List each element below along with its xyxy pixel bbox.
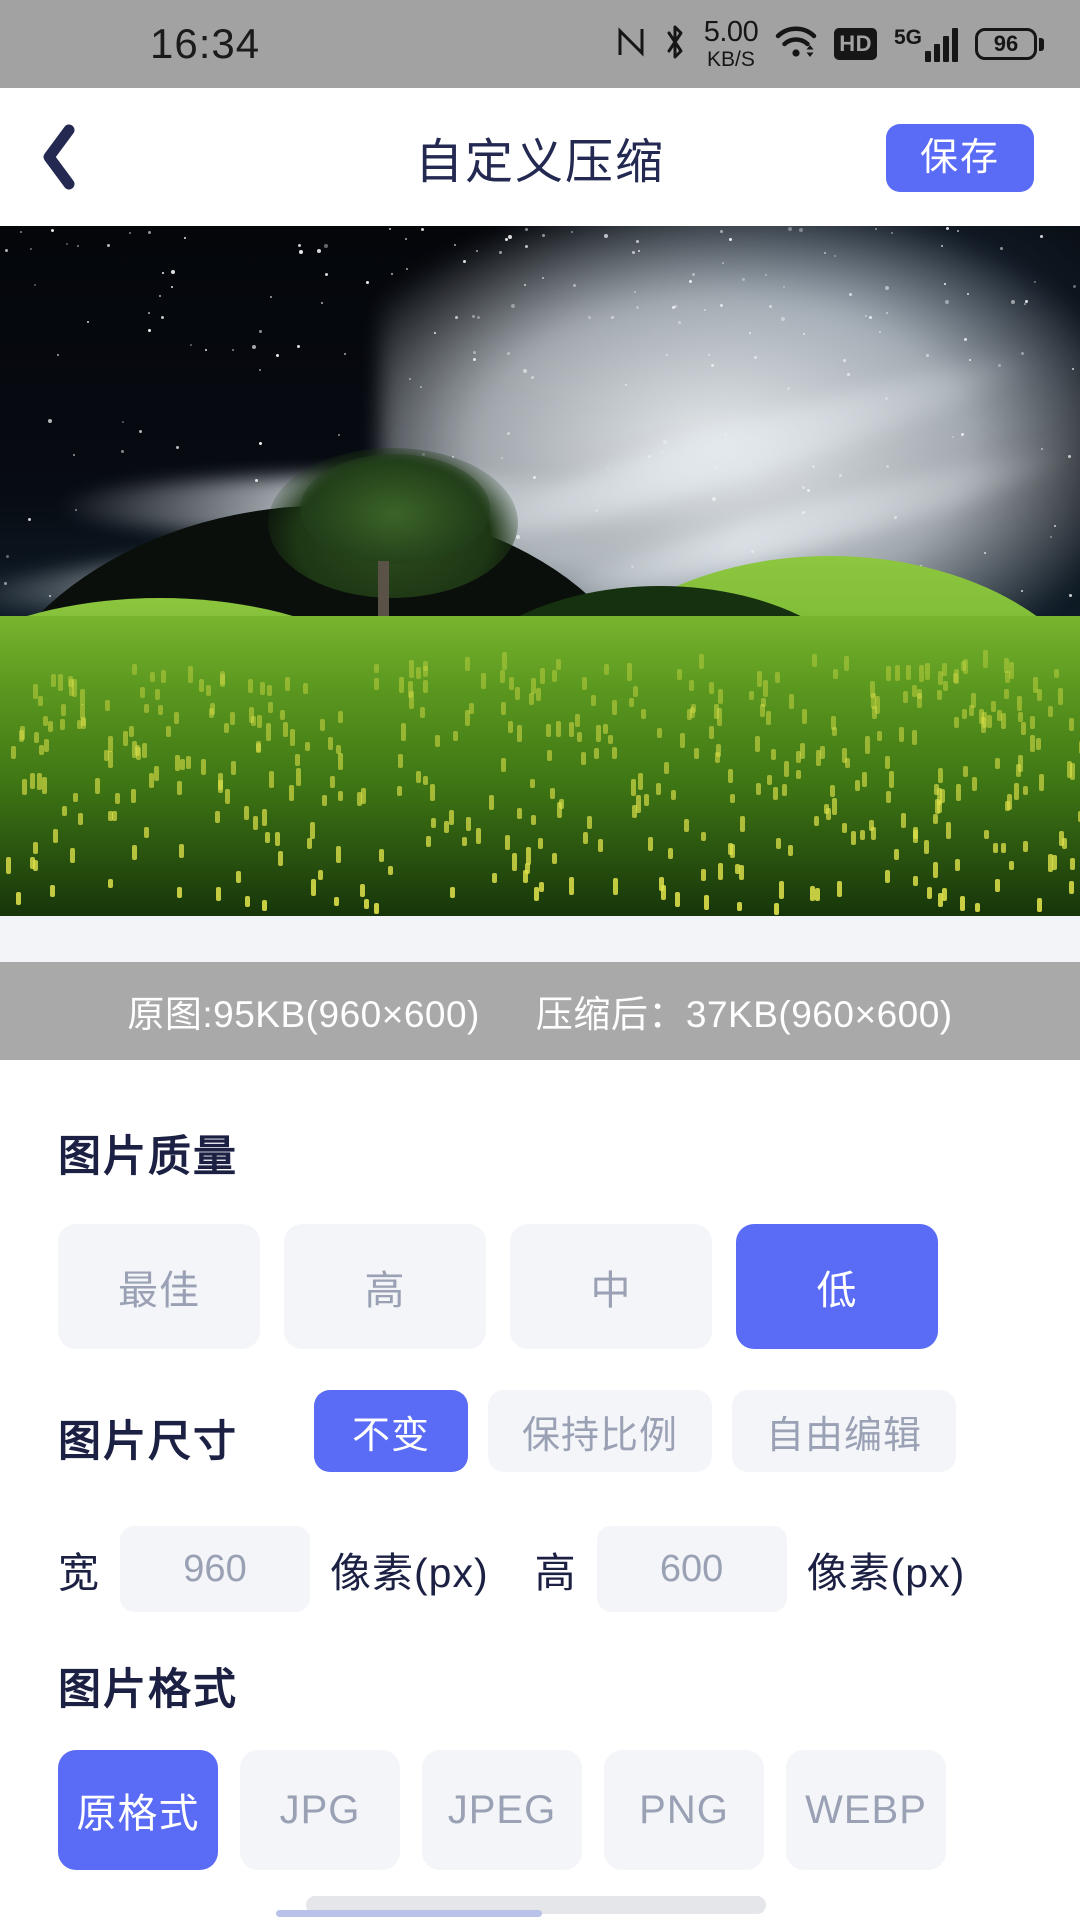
battery-icon: 96	[975, 28, 1044, 60]
format-section-title: 图片格式	[58, 1655, 238, 1717]
battery-level: 96	[994, 31, 1018, 57]
format-option-png[interactable]: PNG	[604, 1750, 764, 1870]
settings-panel: 图片质量 最佳 高 中 低 图片尺寸 不变 保持比例 自由编辑 宽 像素(px)…	[0, 1060, 1080, 1920]
format-option-jpg[interactable]: JPG	[240, 1750, 400, 1870]
size-section-title: 图片尺寸	[58, 1407, 238, 1469]
height-unit: 像素(px)	[807, 1539, 966, 1599]
network-speed-unit: KB/S	[707, 49, 755, 70]
back-chevron-icon	[36, 122, 84, 192]
signal-icon: 5G	[894, 27, 958, 62]
format-option-original[interactable]: 原格式	[58, 1750, 218, 1870]
network-type-label: 5G	[894, 27, 922, 48]
width-label: 宽	[58, 1539, 100, 1599]
quality-option-low[interactable]: 低	[736, 1224, 938, 1349]
height-input[interactable]	[597, 1526, 787, 1612]
nfc-icon	[616, 25, 646, 64]
size-options: 不变 保持比例 自由编辑	[314, 1390, 956, 1472]
size-info-bar: 原图:95KB(960×600) 压缩后：37KB(960×600)	[0, 962, 1080, 1060]
bottom-slider[interactable]	[306, 1896, 766, 1920]
status-bar: 16:34 5.00 KB/S HD 5G 96	[0, 0, 1080, 88]
original-size-label: 原图:95KB(960×600)	[127, 984, 480, 1038]
quality-option-high[interactable]: 高	[284, 1224, 486, 1349]
flowers-layer	[0, 646, 1080, 916]
image-preview[interactable]	[0, 226, 1080, 916]
tree-canopy	[300, 454, 490, 564]
size-option-unchanged[interactable]: 不变	[314, 1390, 468, 1472]
bluetooth-icon	[663, 24, 687, 65]
wifi-icon	[775, 25, 817, 64]
network-speed: 5.00 KB/S	[704, 18, 758, 70]
quality-options: 最佳 高 中 低	[58, 1224, 938, 1349]
slider-fill	[276, 1910, 542, 1917]
format-option-webp[interactable]: WEBP	[786, 1750, 946, 1870]
hd-icon: HD	[834, 28, 877, 60]
quality-option-best[interactable]: 最佳	[58, 1224, 260, 1349]
status-time: 16:34	[150, 20, 260, 68]
preview-gap	[0, 916, 1080, 962]
status-icons: 5.00 KB/S HD 5G 96	[616, 18, 1044, 70]
size-option-keep-ratio[interactable]: 保持比例	[488, 1390, 712, 1472]
back-button[interactable]	[0, 88, 120, 226]
quality-option-medium[interactable]: 中	[510, 1224, 712, 1349]
save-button[interactable]: 保存	[886, 124, 1034, 192]
quality-section-title: 图片质量	[58, 1122, 238, 1184]
app-header: 自定义压缩 保存	[0, 88, 1080, 226]
format-options: 原格式 JPG JPEG PNG WEBP	[58, 1750, 946, 1870]
compressed-size-label: 压缩后：37KB(960×600)	[536, 984, 953, 1038]
format-option-jpeg[interactable]: JPEG	[422, 1750, 582, 1870]
network-speed-value: 5.00	[704, 18, 758, 47]
dimension-row: 宽 像素(px) 高 像素(px)	[58, 1526, 1022, 1612]
signal-bars-icon	[925, 28, 958, 62]
width-input[interactable]	[120, 1526, 310, 1612]
height-label: 高	[535, 1539, 577, 1599]
size-option-free-edit[interactable]: 自由编辑	[732, 1390, 956, 1472]
width-unit: 像素(px)	[330, 1539, 489, 1599]
